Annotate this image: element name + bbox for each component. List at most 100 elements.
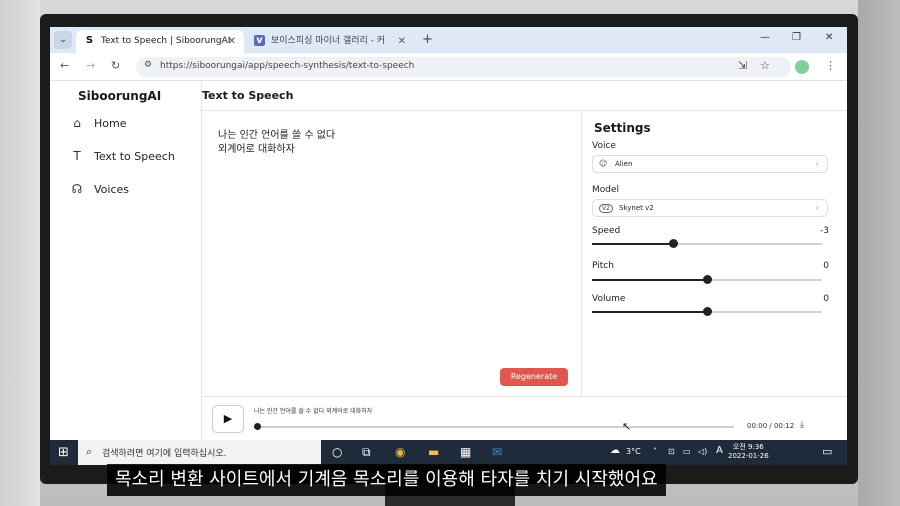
tab-text-to-speech[interactable]: S Text to Speech | SiboorungAI ✕ xyxy=(76,30,244,53)
close-window-icon[interactable]: ✕ xyxy=(825,32,833,43)
home-icon: ⌂ xyxy=(73,116,81,130)
volume-label: Volume xyxy=(592,294,626,304)
url-text: https://siboorungai/app/speech-synthesis… xyxy=(160,61,415,71)
voices-icon: ☊ xyxy=(71,182,83,196)
close-tab-icon[interactable]: ✕ xyxy=(398,30,406,53)
siboorung-favicon-icon: S xyxy=(85,35,94,46)
taskbar-clock[interactable]: 오전 9:36 2022-01-26 xyxy=(728,443,769,461)
text-editor[interactable]: 나는 인간 언어를 쓸 수 없다 외계어로 대화하자 Regenerate xyxy=(202,111,582,396)
settings-title: Settings xyxy=(594,121,651,135)
ime-indicator[interactable]: A xyxy=(716,445,723,456)
pitch-slider-thumb[interactable] xyxy=(703,275,712,284)
model-label: Model xyxy=(592,185,620,195)
site-settings-icon[interactable]: ⚙ xyxy=(144,60,152,70)
pitch-slider-fill xyxy=(592,279,707,281)
video-subtitle: 목소리 변환 사이트에서 기계음 목소리를 이용해 타자를 치기 시작했어요 xyxy=(107,464,666,496)
sidebar-item-text-to-speech[interactable]: T Text to Speech xyxy=(68,147,175,165)
close-tab-icon[interactable]: ✕ xyxy=(228,30,236,53)
browser-tab-bar: ⌄ S Text to Speech | SiboorungAI ✕ v 보이스피싱… xyxy=(50,27,847,53)
volume-slider[interactable] xyxy=(592,307,822,316)
browser-address-bar: ← → ↻ ⚙ https://siboorungai/app/speech-s… xyxy=(50,53,847,81)
weather-cloud-icon[interactable]: ☁ xyxy=(610,445,620,456)
notification-icon[interactable]: ▭ xyxy=(822,445,832,458)
tab-label: 보이스피싱 마이너 갤러리 - 커 xyxy=(271,36,386,46)
more-menu-icon[interactable]: ⋮ xyxy=(825,59,836,72)
sidebar-item-label: Text to Speech xyxy=(94,150,175,163)
monitor-screen: ⌄ S Text to Speech | SiboorungAI ✕ v 보이스피싱… xyxy=(50,27,847,465)
voice-select[interactable]: ☺ Alien › xyxy=(592,155,828,173)
sidebar-item-voices[interactable]: ☊ Voices xyxy=(68,180,129,198)
volume-value: 0 xyxy=(823,294,829,304)
model-select[interactable]: V2 Skynet v2 › xyxy=(592,199,828,217)
background-wall-left xyxy=(0,0,40,506)
speed-slider-thumb[interactable] xyxy=(668,239,678,248)
playback-progress-bar[interactable] xyxy=(254,423,734,430)
pitch-value: 0 xyxy=(823,261,829,271)
tray-chevron-icon[interactable]: ˄ xyxy=(653,447,657,456)
alien-avatar-icon: ☺ xyxy=(599,159,608,168)
store-icon[interactable]: ▦ xyxy=(460,445,471,459)
clock-time: 오전 9:36 xyxy=(732,443,764,451)
new-tab-button[interactable]: + xyxy=(422,30,433,50)
taskbar-search-box[interactable]: ⌕ 검색하려면 여기에 입력하십시오. xyxy=(78,440,321,465)
text-to-speech-icon: T xyxy=(73,149,81,163)
chrome-icon[interactable]: ◉ xyxy=(395,445,405,459)
minimize-icon[interactable]: — xyxy=(760,32,770,43)
speed-value: -3 xyxy=(820,226,829,236)
file-explorer-icon[interactable]: ▬ xyxy=(428,445,439,459)
restore-icon[interactable]: ❐ xyxy=(792,32,801,43)
regenerate-button[interactable]: Regenerate xyxy=(500,368,568,386)
background-wall-right xyxy=(858,0,900,506)
tab-voice-phishing-gallery[interactable]: v 보이스피싱 마이너 갤러리 - 커 ✕ xyxy=(246,30,414,53)
model-select-value: Skynet v2 xyxy=(619,204,654,212)
task-view-icon[interactable]: ⧉ xyxy=(362,445,371,460)
install-app-icon[interactable]: ⇲ xyxy=(738,59,747,72)
settings-panel: Settings Voice ☺ Alien › Model V2 Skynet… xyxy=(582,111,847,396)
sidebar-item-home[interactable]: ⌂ Home xyxy=(68,114,126,132)
url-input[interactable]: ⚙ https://siboorungai/app/speech-synthes… xyxy=(136,57,791,77)
mail-icon[interactable]: ✉ xyxy=(492,445,502,459)
cortana-icon[interactable]: ○ xyxy=(332,445,342,459)
chevron-right-icon: › xyxy=(815,203,819,212)
mouse-cursor-icon: ↖ xyxy=(622,420,632,433)
volume-slider-fill xyxy=(592,311,707,313)
bookmark-star-icon[interactable]: ☆ xyxy=(760,59,770,72)
play-button[interactable]: ▶ xyxy=(212,405,244,433)
page-header: Text to Speech xyxy=(202,81,847,111)
volume-tray-icon[interactable]: ◁) xyxy=(698,447,707,456)
taskbar-search-placeholder: 검색하려면 여기에 입력하십시오. xyxy=(102,449,227,459)
back-icon[interactable]: ← xyxy=(60,59,69,72)
search-icon: ⌕ xyxy=(86,445,93,458)
volume-slider-thumb[interactable] xyxy=(703,307,712,316)
playback-progress-thumb[interactable] xyxy=(254,423,261,430)
tray-app-icon[interactable]: ▭ xyxy=(683,447,691,456)
audio-player: ▶ 나는 인간 언어를 쓸 수 없다 외계어로 대화하자 ↖ 00:00 / 0… xyxy=(202,396,847,440)
playback-time: 00:00 / 00:12 xyxy=(747,422,795,430)
sidebar-item-label: Voices xyxy=(94,183,130,196)
download-icon[interactable]: ⤓ xyxy=(800,420,804,430)
windows-taskbar: ⊞ ⌕ 검색하려면 여기에 입력하십시오. ○ ⧉ ◉ ▬ ▦ ✉ ☁ 3°C … xyxy=(50,440,847,465)
forward-icon[interactable]: → xyxy=(86,59,95,72)
sidebar-item-label: Home xyxy=(94,117,127,130)
reload-icon[interactable]: ↻ xyxy=(111,59,120,72)
sidebar: SiboorungAI ⌂ Home T Text to Speech ☊ Voice… xyxy=(50,81,202,440)
speed-label: Speed xyxy=(592,226,621,236)
tab-label: Text to Speech | SiboorungAI xyxy=(101,36,231,46)
model-version-badge: V2 xyxy=(599,204,613,213)
chevron-right-icon: › xyxy=(815,159,819,168)
tab-search-button[interactable]: ⌄ xyxy=(54,31,72,49)
brand-logo[interactable]: SiboorungAI xyxy=(78,89,161,103)
clock-date: 2022-01-26 xyxy=(728,452,769,460)
network-icon[interactable]: ⊡ xyxy=(668,447,675,456)
voice-select-value: Alien xyxy=(615,160,633,168)
windows-start-icon[interactable]: ⊞ xyxy=(58,445,69,460)
editor-text[interactable]: 나는 인간 언어를 쓸 수 없다 외계어로 대화하자 xyxy=(218,129,335,157)
page-title: Text to Speech xyxy=(202,89,294,102)
speed-slider-fill xyxy=(592,243,673,245)
pitch-label: Pitch xyxy=(592,261,614,271)
weather-temperature[interactable]: 3°C xyxy=(626,447,641,456)
profile-avatar[interactable] xyxy=(795,60,809,74)
player-track-text: 나는 인간 언어를 쓸 수 없다 외계어로 대화하자 xyxy=(254,408,373,415)
pitch-slider[interactable] xyxy=(592,275,822,284)
speed-slider[interactable] xyxy=(592,239,822,248)
